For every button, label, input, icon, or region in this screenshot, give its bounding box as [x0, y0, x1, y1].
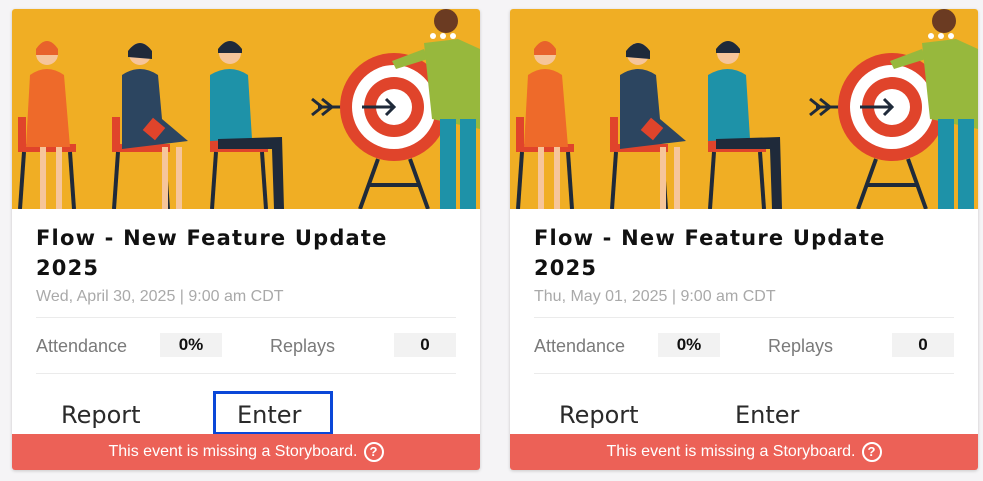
event-card: Flow - New Feature Update 2025 Wed, Apri… — [12, 9, 480, 470]
attendance-label: Attendance — [36, 336, 128, 356]
divider — [534, 317, 954, 318]
event-card-grid: Flow - New Feature Update 2025 Wed, Apri… — [0, 0, 983, 481]
question-circle-icon[interactable]: ? — [861, 442, 882, 462]
warning-text: This event is missing a Storyboard. — [606, 443, 856, 460]
divider — [36, 373, 456, 374]
attendance-label: Attendance — [534, 336, 626, 356]
more-options-icon[interactable] — [430, 29, 456, 43]
replays-label: Replays — [768, 336, 834, 356]
missing-storyboard-warning: This event is missing a Storyboard. ? — [510, 434, 978, 470]
enter-button[interactable]: Enter — [237, 401, 301, 429]
question-circle-icon[interactable]: ? — [363, 442, 384, 462]
event-card: Flow - New Feature Update 2025 Thu, May … — [510, 9, 978, 470]
attendance-value: 0% — [658, 333, 720, 357]
replays-label: Replays — [270, 336, 336, 356]
event-title: Flow - New Feature Update 2025 — [36, 226, 388, 280]
divider — [534, 373, 954, 374]
missing-storyboard-warning: This event is missing a Storyboard. ? — [12, 434, 480, 470]
warning-text: This event is missing a Storyboard. — [108, 443, 358, 460]
divider — [36, 317, 456, 318]
replays-value: 0 — [394, 333, 456, 357]
event-title: Flow - New Feature Update 2025 — [534, 226, 886, 280]
event-datetime: Wed, April 30, 2025 | 9:00 am CDT — [36, 288, 284, 305]
report-button[interactable]: Report — [559, 401, 639, 429]
event-banner-image — [510, 9, 978, 209]
event-datetime: Thu, May 01, 2025 | 9:00 am CDT — [534, 288, 776, 305]
attendance-value: 0% — [160, 333, 222, 357]
enter-button[interactable]: Enter — [735, 401, 799, 429]
more-options-icon[interactable] — [928, 29, 954, 43]
report-button[interactable]: Report — [61, 401, 141, 429]
event-banner-image — [12, 9, 480, 209]
replays-value: 0 — [892, 333, 954, 357]
